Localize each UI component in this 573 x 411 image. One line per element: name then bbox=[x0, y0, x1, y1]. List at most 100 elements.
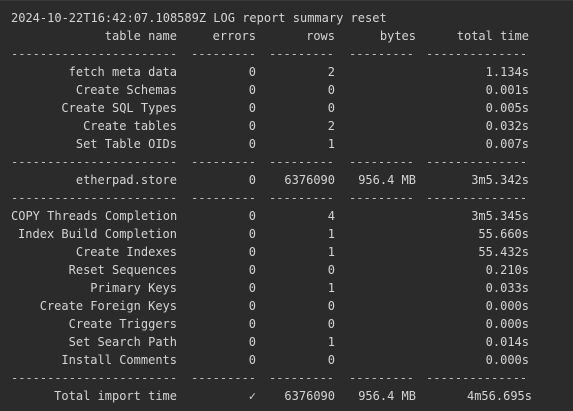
cell-table-name: Create Triggers bbox=[68, 317, 177, 331]
cell-errors: 0 bbox=[248, 119, 256, 133]
separator-dashes: --------- bbox=[269, 371, 335, 385]
cell-errors: 0 bbox=[248, 227, 256, 241]
cell-errors: 0 bbox=[248, 65, 256, 79]
section-metadata: fetch meta data 0 2 1.134s Create Schemas 0 0 0… bbox=[11, 63, 532, 153]
separator-dashes: --------- bbox=[191, 155, 256, 169]
cell-total-time: 0.000s bbox=[485, 299, 529, 313]
separator-dashes: ----------------------- bbox=[11, 47, 177, 61]
cell-total-time: 1.134s bbox=[485, 65, 529, 79]
cell-total-time: 0.033s bbox=[485, 281, 529, 295]
cell-errors: 0 bbox=[248, 299, 256, 313]
cell-rows: 2 bbox=[327, 65, 335, 79]
cell-rows: 0 bbox=[327, 299, 335, 313]
cell-total-time: 0.000s bbox=[485, 317, 529, 331]
cell-rows: 4 bbox=[327, 209, 335, 223]
table-row: etherpad.store 0 6376090 956.4 MB 3m5.342s bbox=[11, 171, 532, 189]
cell-errors: 0 bbox=[248, 281, 256, 295]
table-row: Create tables 0 2 0.032s bbox=[11, 117, 532, 135]
header-errors: errors bbox=[212, 29, 256, 43]
total-row: Total import time ✓ 6376090 956.4 MB 4m5… bbox=[11, 387, 532, 405]
cell-total-time: 55.660s bbox=[478, 227, 529, 241]
separator-row: ----------------------- --------- ------… bbox=[11, 45, 532, 63]
separator-dashes: --------- bbox=[269, 47, 335, 61]
separator-dashes: -------------- bbox=[426, 191, 528, 205]
header-table-name: table name bbox=[104, 29, 177, 43]
cell-rows: 0 bbox=[327, 101, 335, 115]
separator-dashes: --------- bbox=[269, 155, 335, 169]
table-row: Create Triggers 0 0 0.000s bbox=[11, 315, 532, 333]
separator-dashes: -------------- bbox=[426, 155, 528, 169]
separator-dashes: ----------------------- bbox=[11, 155, 177, 169]
cell-rows: 0 bbox=[327, 317, 335, 331]
header-rows: rows bbox=[306, 29, 335, 43]
cell-table-name: Create Schemas bbox=[75, 83, 177, 97]
table-header-row: table name errors rows bytes total time bbox=[11, 27, 532, 45]
cell-total-time: 3m5.342s bbox=[471, 173, 529, 187]
cell-total-time: 0.210s bbox=[485, 263, 529, 277]
cell-errors: 0 bbox=[248, 101, 256, 115]
section-tables: etherpad.store 0 6376090 956.4 MB 3m5.342s bbox=[11, 171, 532, 189]
separator-dashes: --------- bbox=[191, 47, 256, 61]
cell-bytes bbox=[335, 243, 416, 261]
separator-dashes: --------- bbox=[349, 371, 415, 385]
total-check-icon: ✓ bbox=[248, 389, 256, 403]
cell-rows: 6376090 bbox=[284, 173, 335, 187]
terminal-window: 2024-10-22T16:42:07.108589Z LOG report s… bbox=[0, 0, 573, 411]
separator-dashes: --------- bbox=[191, 371, 256, 385]
separator-dashes: ----------------------- bbox=[11, 371, 177, 385]
cell-total-time: 55.432s bbox=[478, 245, 529, 259]
cell-table-name: Set Search Path bbox=[68, 335, 177, 349]
cell-total-time: 0.005s bbox=[485, 101, 529, 115]
cell-bytes bbox=[335, 225, 416, 243]
cell-bytes bbox=[335, 63, 416, 81]
table-row: Set Table OIDs 0 1 0.007s bbox=[11, 135, 532, 153]
cell-errors: 0 bbox=[248, 173, 256, 187]
separator-dashes: ----------------------- bbox=[11, 191, 177, 205]
cell-rows: 1 bbox=[327, 245, 335, 259]
table-row: COPY Threads Completion 0 4 3m5.345s bbox=[11, 207, 532, 225]
cell-table-name: Create tables bbox=[83, 119, 177, 133]
cell-table-name: Reset Sequences bbox=[68, 263, 177, 277]
cell-rows: 1 bbox=[327, 227, 335, 241]
cell-table-name: Index Build Completion bbox=[18, 227, 177, 241]
cell-bytes bbox=[335, 351, 416, 369]
cell-bytes bbox=[335, 81, 416, 99]
total-time: 4m56.695s bbox=[466, 389, 532, 403]
table-row: Create Indexes 0 1 55.432s bbox=[11, 243, 532, 261]
cell-total-time: 0.032s bbox=[485, 119, 529, 133]
section-post-load: COPY Threads Completion 0 4 3m5.345s Index B… bbox=[11, 207, 532, 369]
cell-rows: 1 bbox=[327, 281, 335, 295]
cell-bytes bbox=[335, 99, 416, 117]
cell-table-name: Create Foreign Keys bbox=[39, 299, 177, 313]
cell-rows: 1 bbox=[327, 335, 335, 349]
cell-bytes bbox=[335, 261, 416, 279]
cell-bytes bbox=[335, 297, 416, 315]
table-row: Set Search Path 0 1 0.014s bbox=[11, 333, 532, 351]
separator-dashes: -------------- bbox=[426, 371, 528, 385]
header-total-time: total time bbox=[456, 29, 529, 43]
cell-total-time: 0.014s bbox=[485, 335, 529, 349]
separator-row: ----------------------- --------- ------… bbox=[11, 153, 532, 171]
report-summary-table: table name errors rows bytes total time … bbox=[11, 27, 532, 405]
cell-errors: 0 bbox=[248, 137, 256, 151]
separator-dashes: -------------- bbox=[426, 47, 528, 61]
cell-rows: 1 bbox=[327, 137, 335, 151]
cell-total-time: 0.007s bbox=[485, 137, 529, 151]
separator-dashes: --------- bbox=[191, 191, 256, 205]
cell-errors: 0 bbox=[248, 353, 256, 367]
table-row: Primary Keys 0 1 0.033s bbox=[11, 279, 532, 297]
separator-row: ----------------------- --------- ------… bbox=[11, 189, 532, 207]
table-row: Reset Sequences 0 0 0.210s bbox=[11, 261, 532, 279]
cell-table-name: Create SQL Types bbox=[61, 101, 177, 115]
cell-errors: 0 bbox=[248, 83, 256, 97]
separator-dashes: --------- bbox=[349, 191, 415, 205]
cell-total-time: 0.000s bbox=[485, 353, 529, 367]
cell-errors: 0 bbox=[248, 335, 256, 349]
separator-dashes: --------- bbox=[269, 191, 335, 205]
cell-rows: 2 bbox=[327, 119, 335, 133]
cell-errors: 0 bbox=[248, 245, 256, 259]
cell-total-time: 0.001s bbox=[485, 83, 529, 97]
separator-dashes: --------- bbox=[349, 155, 415, 169]
cell-bytes bbox=[335, 333, 416, 351]
cell-table-name: COPY Threads Completion bbox=[11, 209, 178, 223]
